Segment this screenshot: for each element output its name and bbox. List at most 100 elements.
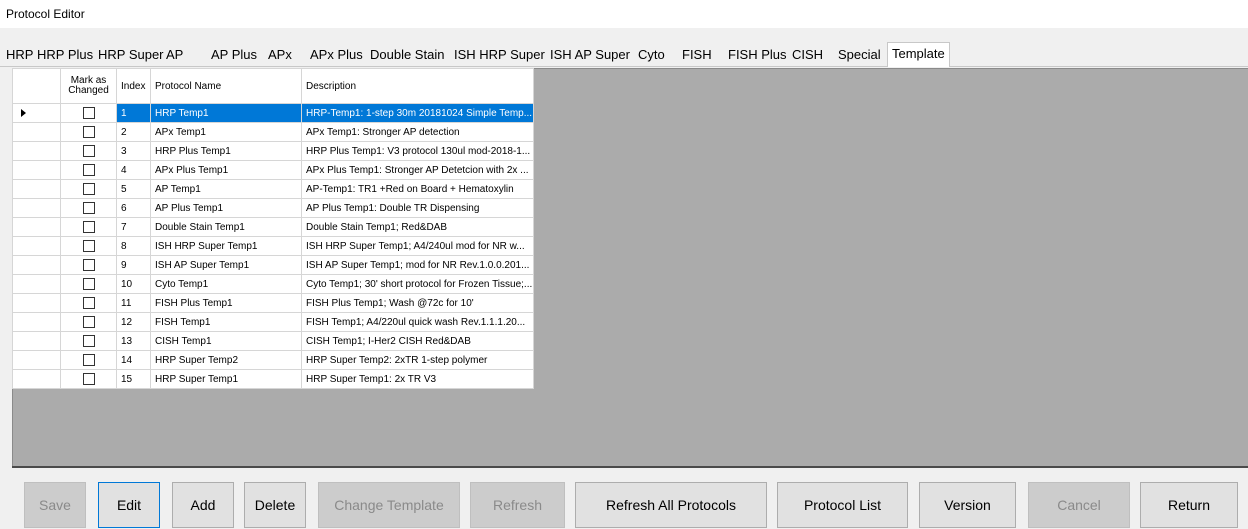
index-cell[interactable]: 14 bbox=[116, 350, 151, 370]
row-header[interactable] bbox=[12, 274, 61, 294]
mark-changed-checkbox[interactable] bbox=[82, 240, 95, 252]
mark-changed-checkbox[interactable] bbox=[82, 145, 95, 157]
description-cell[interactable]: AP-Temp1: TR1 +Red on Board + Hematoxyli… bbox=[301, 179, 534, 199]
tab-special[interactable]: Special bbox=[838, 44, 881, 65]
tab-apx[interactable]: APx bbox=[268, 44, 292, 65]
mark-changed-cell[interactable] bbox=[60, 274, 117, 294]
delete-button[interactable]: Delete bbox=[244, 482, 306, 528]
refresh-all-protocols-button[interactable]: Refresh All Protocols bbox=[575, 482, 767, 528]
version-button[interactable]: Version bbox=[919, 482, 1016, 528]
protocol-name-cell[interactable]: ISH AP Super Temp1 bbox=[150, 255, 302, 275]
row-header[interactable] bbox=[12, 179, 61, 199]
description-cell[interactable]: ISH AP Super Temp1; mod for NR Rev.1.0.0… bbox=[301, 255, 534, 275]
index-cell[interactable]: 1 bbox=[116, 103, 151, 123]
index-cell[interactable]: 7 bbox=[116, 217, 151, 237]
column-header-index[interactable]: Index bbox=[116, 68, 151, 104]
protocol-name-cell[interactable]: HRP Plus Temp1 bbox=[150, 141, 302, 161]
index-cell[interactable]: 13 bbox=[116, 331, 151, 351]
column-header-mark-as-changed[interactable]: Mark as Changed bbox=[60, 68, 117, 104]
mark-changed-cell[interactable] bbox=[60, 179, 117, 199]
description-cell[interactable]: HRP Plus Temp1: V3 protocol 130ul mod-20… bbox=[301, 141, 534, 161]
protocol-name-cell[interactable]: HRP Super Temp1 bbox=[150, 369, 302, 389]
description-cell[interactable]: CISH Temp1; I-Her2 CISH Red&DAB bbox=[301, 331, 534, 351]
index-cell[interactable]: 15 bbox=[116, 369, 151, 389]
mark-changed-cell[interactable] bbox=[60, 255, 117, 275]
tab-hrp-super[interactable]: HRP Super bbox=[98, 44, 164, 65]
mark-changed-checkbox[interactable] bbox=[82, 278, 95, 290]
return-button[interactable]: Return bbox=[1140, 482, 1238, 528]
tab-fish-plus[interactable]: FISH Plus bbox=[728, 44, 787, 65]
index-cell[interactable]: 4 bbox=[116, 160, 151, 180]
table-row[interactable]: 4 APx Plus Temp1 APx Plus Temp1: Stronge… bbox=[12, 160, 534, 180]
mark-changed-cell[interactable] bbox=[60, 217, 117, 237]
tab-fish[interactable]: FISH bbox=[682, 44, 712, 65]
tab-ish-hrp-super[interactable]: ISH HRP Super bbox=[454, 44, 545, 65]
protocol-name-cell[interactable]: APx Plus Temp1 bbox=[150, 160, 302, 180]
index-cell[interactable]: 5 bbox=[116, 179, 151, 199]
row-header[interactable] bbox=[12, 312, 61, 332]
tab-cyto[interactable]: Cyto bbox=[638, 44, 665, 65]
row-header[interactable] bbox=[12, 122, 61, 142]
tab-ap[interactable]: AP bbox=[166, 44, 183, 65]
row-header[interactable] bbox=[12, 331, 61, 351]
protocol-name-cell[interactable]: FISH Temp1 bbox=[150, 312, 302, 332]
description-cell[interactable]: AP Plus Temp1: Double TR Dispensing bbox=[301, 198, 534, 218]
mark-changed-checkbox[interactable] bbox=[82, 335, 95, 347]
table-row[interactable]: 9 ISH AP Super Temp1 ISH AP Super Temp1;… bbox=[12, 255, 534, 275]
description-cell[interactable]: APx Plus Temp1: Stronger AP Detetcion wi… bbox=[301, 160, 534, 180]
refresh-button[interactable]: Refresh bbox=[470, 482, 565, 528]
index-cell[interactable]: 9 bbox=[116, 255, 151, 275]
tab-ish-ap-super[interactable]: ISH AP Super bbox=[550, 44, 630, 65]
mark-changed-checkbox[interactable] bbox=[82, 316, 95, 328]
row-header[interactable] bbox=[12, 369, 61, 389]
mark-changed-cell[interactable] bbox=[60, 369, 117, 389]
mark-changed-cell[interactable] bbox=[60, 122, 117, 142]
mark-changed-cell[interactable] bbox=[60, 331, 117, 351]
mark-changed-checkbox[interactable] bbox=[82, 354, 95, 366]
column-header-description[interactable]: Description bbox=[301, 68, 534, 104]
description-cell[interactable]: HRP Super Temp1: 2x TR V3 bbox=[301, 369, 534, 389]
tab-template[interactable]: Template bbox=[887, 42, 950, 67]
cancel-button[interactable]: Cancel bbox=[1028, 482, 1130, 528]
add-button[interactable]: Add bbox=[172, 482, 234, 528]
protocol-name-cell[interactable]: Cyto Temp1 bbox=[150, 274, 302, 294]
index-cell[interactable]: 12 bbox=[116, 312, 151, 332]
index-cell[interactable]: 3 bbox=[116, 141, 151, 161]
tab-apx-plus[interactable]: APx Plus bbox=[310, 44, 363, 65]
description-cell[interactable]: FISH Temp1; A4/220ul quick wash Rev.1.1.… bbox=[301, 312, 534, 332]
table-row[interactable]: 1 HRP Temp1 HRP-Temp1: 1-step 30m 201810… bbox=[12, 103, 534, 123]
tab-hrp-plus[interactable]: HRP Plus bbox=[37, 44, 93, 65]
tab-cish[interactable]: CISH bbox=[792, 44, 823, 65]
column-header-protocol-name[interactable]: Protocol Name bbox=[150, 68, 302, 104]
mark-changed-checkbox[interactable] bbox=[82, 183, 95, 195]
index-cell[interactable]: 11 bbox=[116, 293, 151, 313]
mark-changed-checkbox[interactable] bbox=[82, 202, 95, 214]
mark-changed-checkbox[interactable] bbox=[82, 107, 95, 119]
mark-changed-cell[interactable] bbox=[60, 293, 117, 313]
mark-changed-checkbox[interactable] bbox=[82, 297, 95, 309]
table-row[interactable]: 3 HRP Plus Temp1 HRP Plus Temp1: V3 prot… bbox=[12, 141, 534, 161]
mark-changed-cell[interactable] bbox=[60, 198, 117, 218]
table-row[interactable]: 10 Cyto Temp1 Cyto Temp1; 30' short prot… bbox=[12, 274, 534, 294]
row-header[interactable] bbox=[12, 141, 61, 161]
mark-changed-cell[interactable] bbox=[60, 141, 117, 161]
description-cell[interactable]: Double Stain Temp1; Red&DAB bbox=[301, 217, 534, 237]
tab-double-stain[interactable]: Double Stain bbox=[370, 44, 444, 65]
protocol-name-cell[interactable]: FISH Plus Temp1 bbox=[150, 293, 302, 313]
description-cell[interactable]: HRP-Temp1: 1-step 30m 20181024 Simple Te… bbox=[301, 103, 534, 123]
table-row[interactable]: 8 ISH HRP Super Temp1 ISH HRP Super Temp… bbox=[12, 236, 534, 256]
protocol-list-button[interactable]: Protocol List bbox=[777, 482, 908, 528]
protocol-name-cell[interactable]: AP Temp1 bbox=[150, 179, 302, 199]
mark-changed-cell[interactable] bbox=[60, 236, 117, 256]
mark-changed-cell[interactable] bbox=[60, 312, 117, 332]
mark-changed-cell[interactable] bbox=[60, 103, 117, 123]
table-row[interactable]: 15 HRP Super Temp1 HRP Super Temp1: 2x T… bbox=[12, 369, 534, 389]
description-cell[interactable]: ISH HRP Super Temp1; A4/240ul mod for NR… bbox=[301, 236, 534, 256]
tab-hrp[interactable]: HRP bbox=[6, 44, 33, 65]
row-header[interactable] bbox=[12, 255, 61, 275]
table-row[interactable]: 2 APx Temp1 APx Temp1: Stronger AP detec… bbox=[12, 122, 534, 142]
table-row[interactable]: 6 AP Plus Temp1 AP Plus Temp1: Double TR… bbox=[12, 198, 534, 218]
description-cell[interactable]: APx Temp1: Stronger AP detection bbox=[301, 122, 534, 142]
tab-ap-plus[interactable]: AP Plus bbox=[211, 44, 257, 65]
index-cell[interactable]: 8 bbox=[116, 236, 151, 256]
